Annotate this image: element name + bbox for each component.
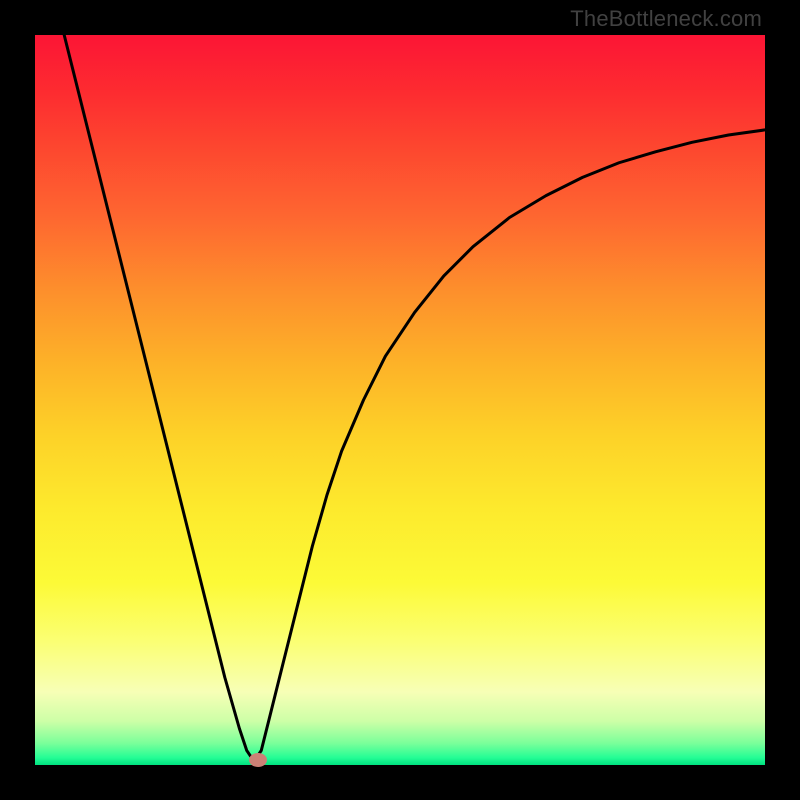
chart-frame: TheBottleneck.com	[0, 0, 800, 800]
watermark-text: TheBottleneck.com	[570, 6, 762, 32]
plot-area	[35, 35, 765, 765]
bottleneck-curve	[35, 35, 765, 765]
minimum-marker	[249, 753, 267, 767]
